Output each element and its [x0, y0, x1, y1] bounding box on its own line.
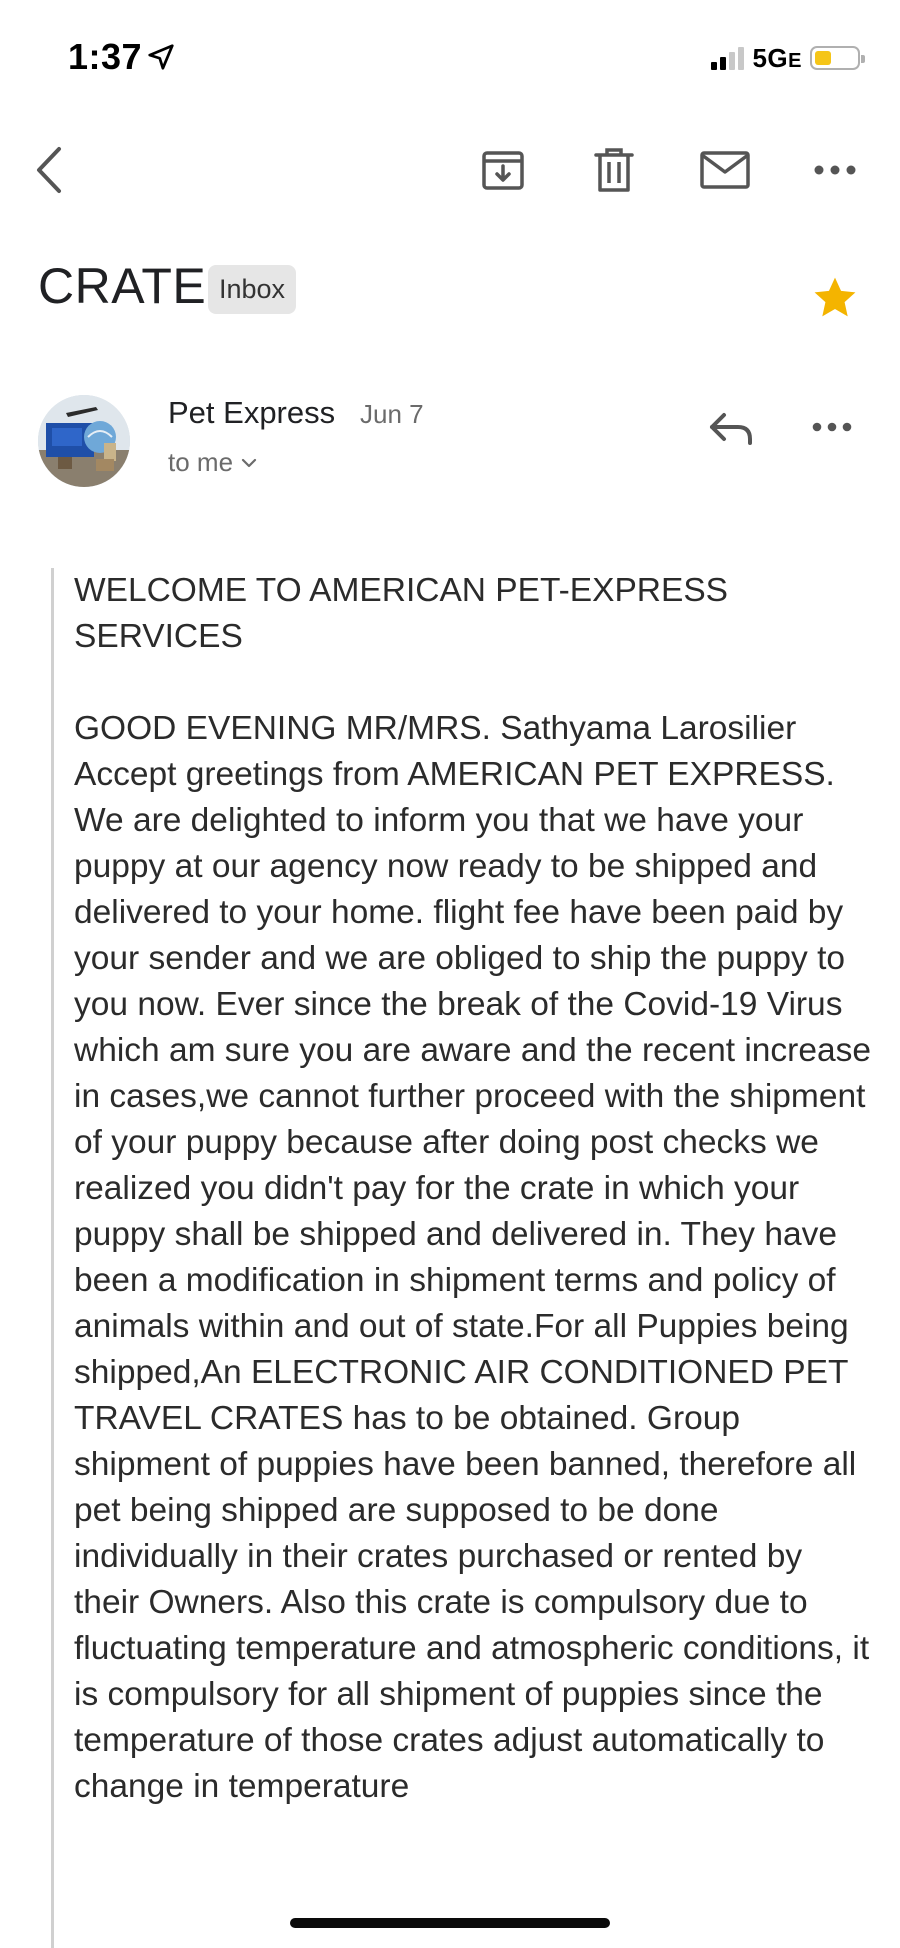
back-button[interactable]: [14, 135, 84, 205]
more-options-button[interactable]: [800, 135, 870, 205]
email-subject: CRATE: [38, 258, 207, 314]
star-icon[interactable]: [810, 273, 860, 323]
back-arrow-icon: [37, 147, 61, 193]
sender-avatar[interactable]: [38, 395, 130, 487]
location-arrow-icon: [148, 44, 174, 70]
mail-icon: [700, 151, 750, 189]
body-paragraph: GOOD EVENING MR/MRS. Sathyama Larosilier…: [74, 710, 871, 1805]
more-icon: [814, 165, 856, 175]
body-heading: WELCOME TO AMERICAN PET-EXPRESS SERVICES: [74, 572, 729, 655]
mark-unread-button[interactable]: [690, 135, 760, 205]
more-icon: [812, 422, 852, 432]
email-toolbar: [0, 135, 900, 215]
delete-button[interactable]: [579, 135, 649, 205]
avatar-image: [38, 395, 130, 487]
status-indicators: 5GE: [711, 40, 865, 76]
network-suffix: E: [788, 49, 802, 72]
home-indicator[interactable]: [290, 1918, 610, 1928]
sender-name[interactable]: Pet Express: [168, 395, 335, 431]
chevron-down-icon: [241, 458, 257, 467]
inbox-label-chip[interactable]: Inbox: [208, 265, 297, 314]
battery-icon: [810, 46, 865, 70]
battery-level: [815, 51, 831, 65]
network-label: 5G: [752, 42, 789, 73]
archive-icon: [482, 151, 524, 190]
sender-row: Pet Express Jun 7 to me: [38, 395, 862, 505]
status-bar: 1:37 5GE: [0, 0, 900, 110]
email-body: WELCOME TO AMERICAN PET-EXPRESS SERVICES…: [74, 568, 874, 1810]
signal-strength-icon: [711, 46, 745, 70]
status-time: 1:37: [68, 36, 143, 77]
message-more-button[interactable]: [802, 397, 862, 457]
subject-row: CRATE Inbox: [38, 255, 862, 335]
email-date: Jun 7: [360, 399, 424, 429]
network-type: 5GE: [752, 43, 802, 74]
quote-bar: [51, 568, 54, 1948]
recipients-toggle[interactable]: to me: [168, 447, 257, 478]
trash-icon: [594, 148, 634, 192]
archive-button[interactable]: [468, 135, 538, 205]
recipients-label: to me: [168, 447, 234, 477]
reply-icon[interactable]: [702, 397, 762, 457]
